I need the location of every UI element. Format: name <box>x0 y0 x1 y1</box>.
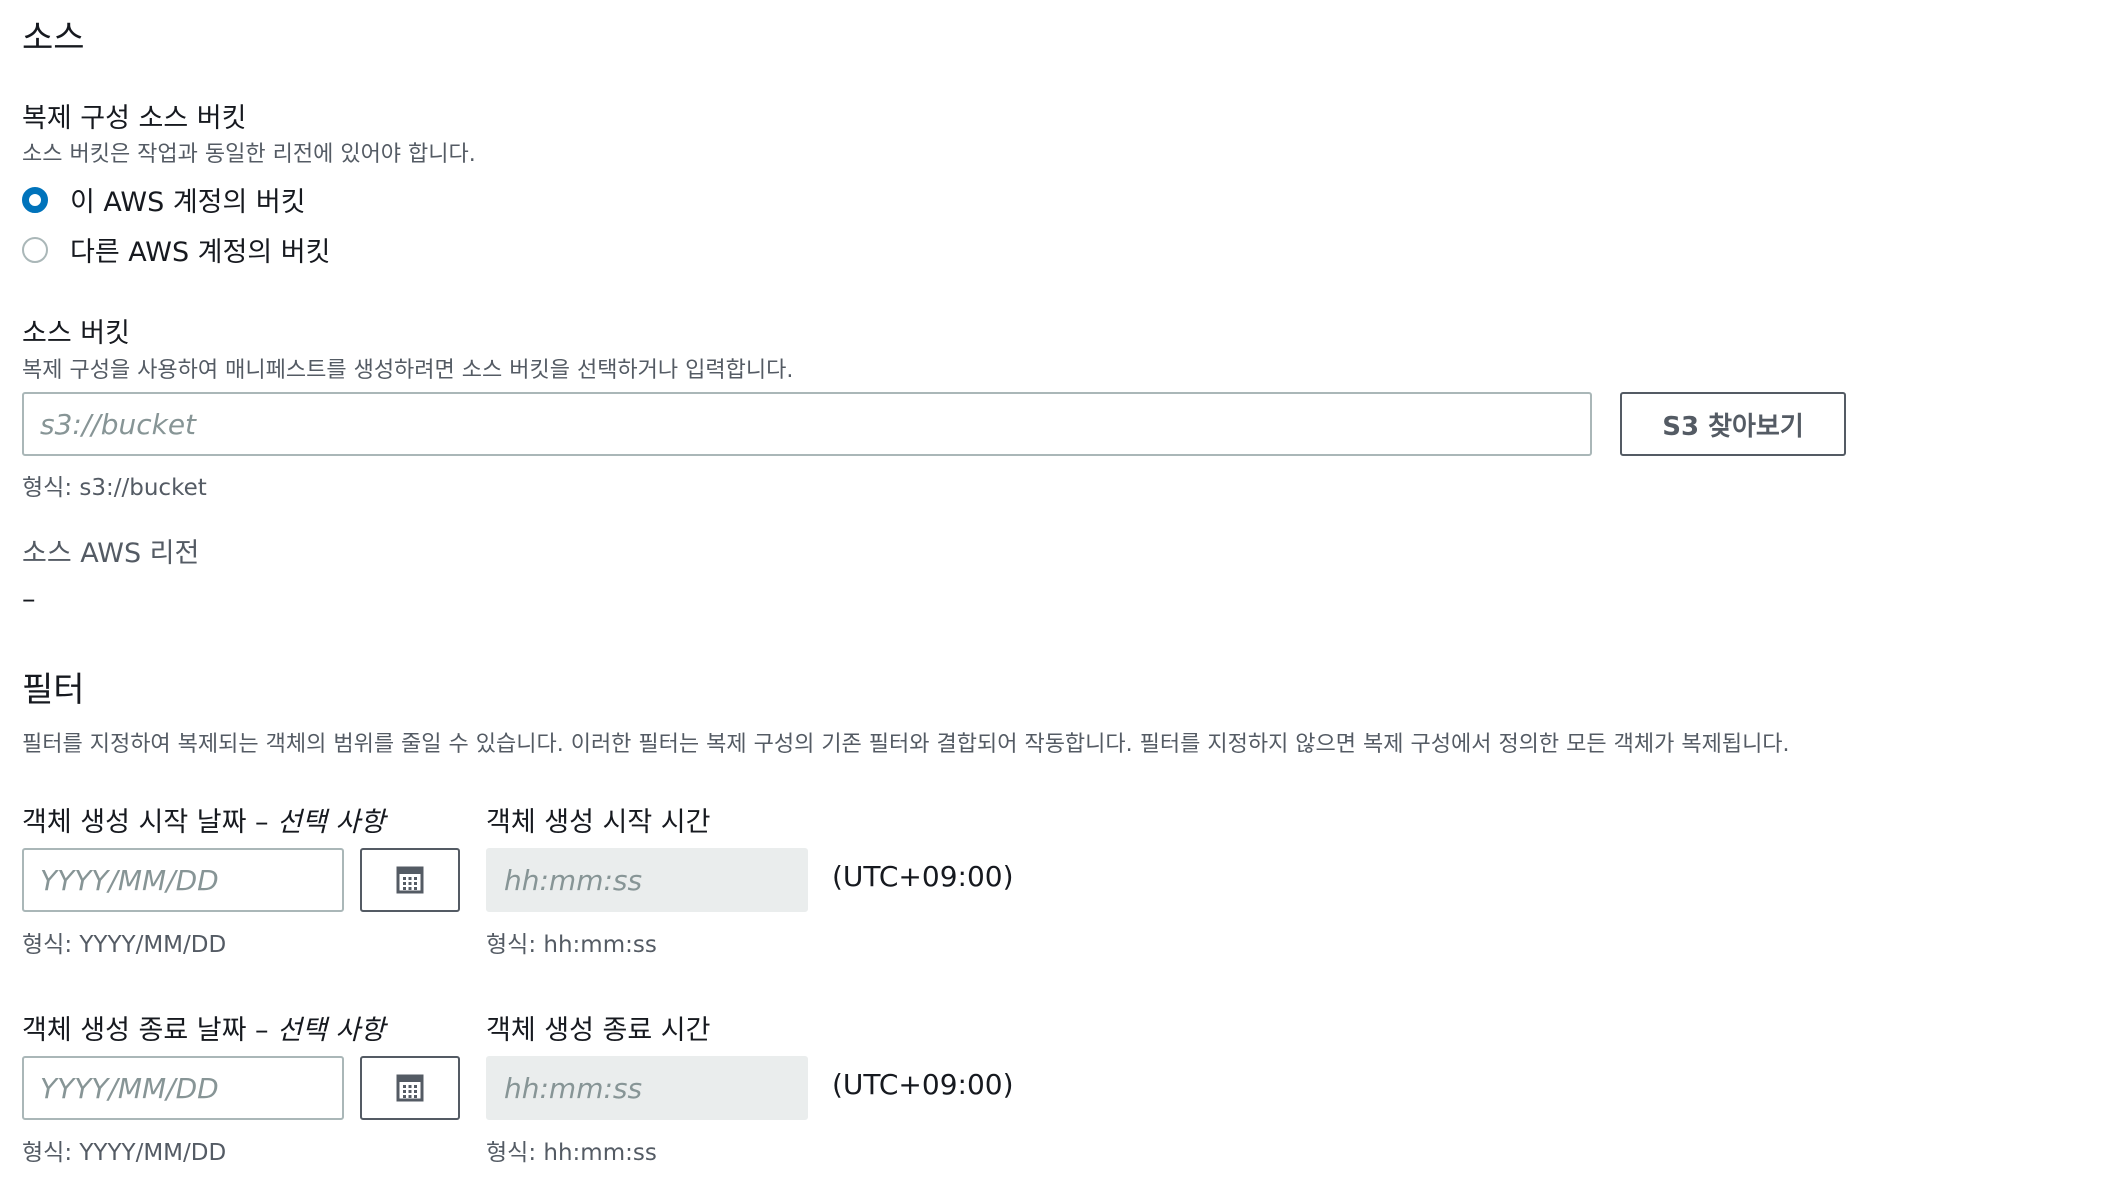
source-bucket-input[interactable]: s3://bucket <box>22 392 1592 456</box>
end-date-label-text: 객체 생성 종료 날짜 – <box>22 1015 278 1046</box>
source-bucket-label: 소스 버킷 <box>22 318 130 349</box>
source-bucket-placeholder: s3://bucket <box>40 407 197 441</box>
end-time-input: hh:mm:ss <box>486 1056 808 1120</box>
source-bucket-hint: 형식: s3://bucket <box>22 475 207 501</box>
start-date-label-text: 객체 생성 시작 날짜 – <box>22 807 278 838</box>
end-date-input[interactable]: YYYY/MM/DD <box>22 1056 344 1120</box>
end-date-optional: 선택 사항 <box>277 1015 386 1046</box>
start-date-label: 객체 생성 시작 날짜 – 선택 사항 <box>22 800 385 839</box>
source-section-title: 소스 <box>22 18 85 58</box>
calendar-icon <box>396 1074 424 1102</box>
start-date-hint: 형식: YYYY/MM/DD <box>22 932 227 958</box>
end-date-placeholder: YYYY/MM/DD <box>40 1071 219 1105</box>
start-date-calendar-button[interactable] <box>360 848 460 912</box>
end-time-hint: 형식: hh:mm:ss <box>486 1140 657 1166</box>
browse-s3-button[interactable]: S3 찾아보기 <box>1620 392 1846 456</box>
radio-label-this-account: 이 AWS 계정의 버킷 <box>70 187 306 218</box>
end-date-label: 객체 생성 종료 날짜 – 선택 사항 <box>22 1008 385 1047</box>
start-date-placeholder: YYYY/MM/DD <box>40 863 219 897</box>
end-date-calendar-button[interactable] <box>360 1056 460 1120</box>
config-bucket-description: 소스 버킷은 작업과 동일한 리전에 있어야 합니다. <box>22 142 476 167</box>
end-time-label: 객체 생성 종료 시간 <box>486 1015 711 1046</box>
source-bucket-description: 복제 구성을 사용하여 매니페스트를 생성하려면 소스 버킷을 선택하거나 입력… <box>22 358 794 383</box>
start-time-label: 객체 생성 시작 시간 <box>486 807 711 838</box>
start-date-input[interactable]: YYYY/MM/DD <box>22 848 344 912</box>
calendar-icon <box>396 866 424 894</box>
radio-other-account[interactable]: 다른 AWS 계정의 버킷 <box>22 230 330 269</box>
start-time-input: hh:mm:ss <box>486 848 808 912</box>
radio-label-other-account: 다른 AWS 계정의 버킷 <box>70 237 331 268</box>
start-time-placeholder: hh:mm:ss <box>504 863 643 897</box>
end-date-hint: 형식: YYYY/MM/DD <box>22 1140 227 1166</box>
config-bucket-label: 복제 구성 소스 버킷 <box>22 103 247 134</box>
end-time-placeholder: hh:mm:ss <box>504 1071 643 1105</box>
radio-button-unchecked[interactable] <box>22 236 48 263</box>
filter-section-description: 필터를 지정하여 복제되는 객체의 범위를 줄일 수 있습니다. 이러한 필터는… <box>22 732 1790 757</box>
start-timezone: (UTC+09:00) <box>832 860 1014 893</box>
end-timezone: (UTC+09:00) <box>832 1068 1014 1101</box>
filter-section-title: 필터 <box>22 670 85 710</box>
radio-this-account[interactable]: 이 AWS 계정의 버킷 <box>22 180 306 219</box>
start-date-optional: 선택 사항 <box>277 807 386 838</box>
source-region-label: 소스 AWS 리전 <box>22 538 200 569</box>
start-time-hint: 형식: hh:mm:ss <box>486 932 657 958</box>
source-region-value: – <box>22 584 36 615</box>
radio-button-checked[interactable] <box>22 186 48 213</box>
